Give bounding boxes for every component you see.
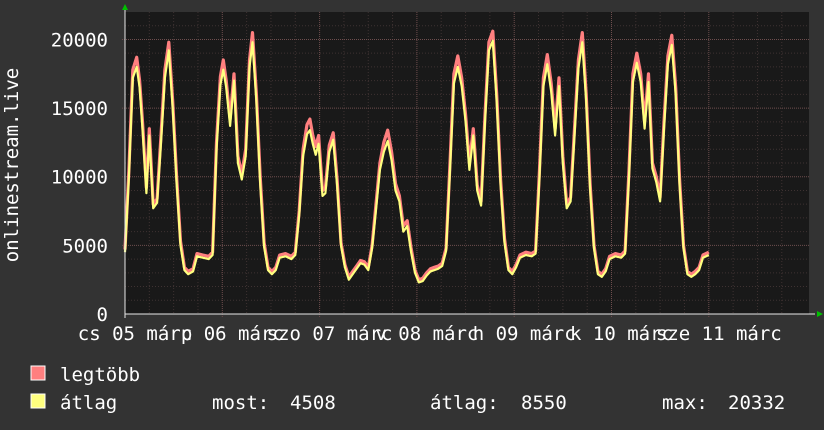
stat-max-label: max:: [662, 392, 708, 414]
rrd-chart: 05000100001500020000 cs 05 márcp 06 márc…: [0, 0, 824, 430]
legend-swatch-max: [30, 365, 46, 381]
x-tick-label: cs 05 márc: [78, 323, 192, 345]
stat-current-value: 4508: [290, 392, 336, 414]
y-tick-label: 10000: [51, 167, 108, 189]
stat-average-label: átlag:: [430, 392, 499, 414]
y-tick-label: 15000: [51, 98, 108, 120]
stat-average-value: 8550: [521, 392, 567, 414]
legend-label-max: legtöbb: [60, 364, 140, 386]
y-tick-label: 20000: [51, 29, 108, 51]
y-tick-label: 5000: [62, 235, 108, 257]
x-tick-labels: cs 05 márcp 06 márcszo 07 márcv 08 márch…: [78, 323, 782, 345]
y-axis-label: onlinestream.live: [1, 68, 23, 262]
stat-current-label: most:: [212, 392, 269, 414]
x-tick-label: h 09 márc: [473, 323, 576, 345]
legend-label-avg: átlag: [60, 392, 117, 414]
stat-max-value: 20332: [728, 392, 785, 414]
legend-swatch-avg: [30, 393, 46, 409]
x-tick-label: szo 07 márc: [267, 323, 393, 345]
x-tick-label: sze 11 márc: [656, 323, 782, 345]
x-tick-label: v 08 márc: [375, 323, 478, 345]
